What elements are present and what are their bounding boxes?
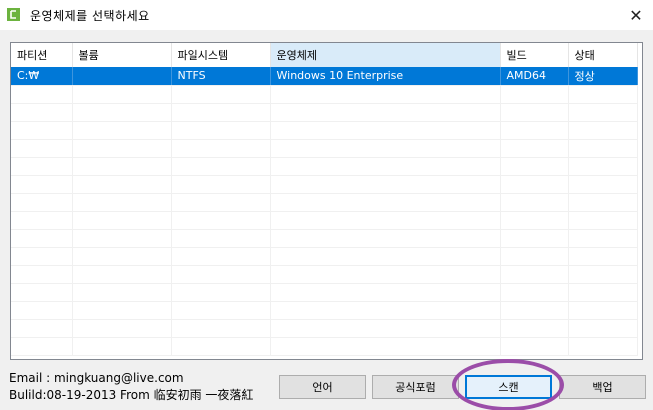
close-icon[interactable]: ✕ xyxy=(619,0,653,30)
empty-row xyxy=(11,139,638,158)
empty-row xyxy=(11,103,638,122)
language-button[interactable]: 언어 xyxy=(279,375,366,399)
empty-row xyxy=(11,175,638,194)
forum-button[interactable]: 공식포럼 xyxy=(372,375,459,399)
app-icon xyxy=(7,8,20,21)
empty-row xyxy=(11,283,638,302)
empty-row xyxy=(11,265,638,284)
backup-button[interactable]: 백업 xyxy=(559,375,646,399)
title-bar: 운영체제를 선택하세요 ✕ xyxy=(0,0,653,30)
cell-volume xyxy=(72,67,172,86)
cell-build: AMD64 xyxy=(500,67,569,86)
os-table: 파티션 볼륨 파일시스템 운영체제 빌드 상태 C:₩ NTFS Windows… xyxy=(11,43,638,356)
empty-row xyxy=(11,229,638,248)
column-header-build[interactable]: 빌드 xyxy=(500,43,569,67)
os-list[interactable]: 파티션 볼륨 파일시스템 운영체제 빌드 상태 C:₩ NTFS Windows… xyxy=(10,42,643,360)
cell-filesystem: NTFS xyxy=(171,67,271,86)
cell-partition: C:₩ xyxy=(11,67,73,86)
column-header-status[interactable]: 상태 xyxy=(568,43,638,67)
empty-row xyxy=(11,211,638,230)
build-label: Bulild:08-19-2013 From 临安初雨 一夜落紅 xyxy=(9,388,254,402)
empty-row xyxy=(11,301,638,320)
table-header-row: 파티션 볼륨 파일시스템 운영체제 빌드 상태 xyxy=(11,43,638,67)
column-header-partition[interactable]: 파티션 xyxy=(11,43,73,67)
table-row[interactable]: C:₩ NTFS Windows 10 Enterprise AMD64 정상 xyxy=(11,67,638,86)
cell-status: 정상 xyxy=(568,67,638,86)
column-header-volume[interactable]: 볼륨 xyxy=(72,43,172,67)
empty-row xyxy=(11,193,638,212)
empty-row xyxy=(11,121,638,140)
scan-button[interactable]: 스캔 xyxy=(465,375,552,399)
column-header-os[interactable]: 운영체제 xyxy=(270,43,501,67)
empty-row xyxy=(11,247,638,266)
cell-os: Windows 10 Enterprise xyxy=(270,67,501,86)
empty-row xyxy=(11,157,638,176)
empty-row xyxy=(11,319,638,338)
window-title: 운영체제를 선택하세요 xyxy=(30,9,150,23)
email-label: Email : mingkuang@live.com xyxy=(9,371,184,385)
empty-row xyxy=(11,337,638,356)
column-header-filesystem[interactable]: 파일시스템 xyxy=(171,43,271,67)
empty-row xyxy=(11,85,638,104)
